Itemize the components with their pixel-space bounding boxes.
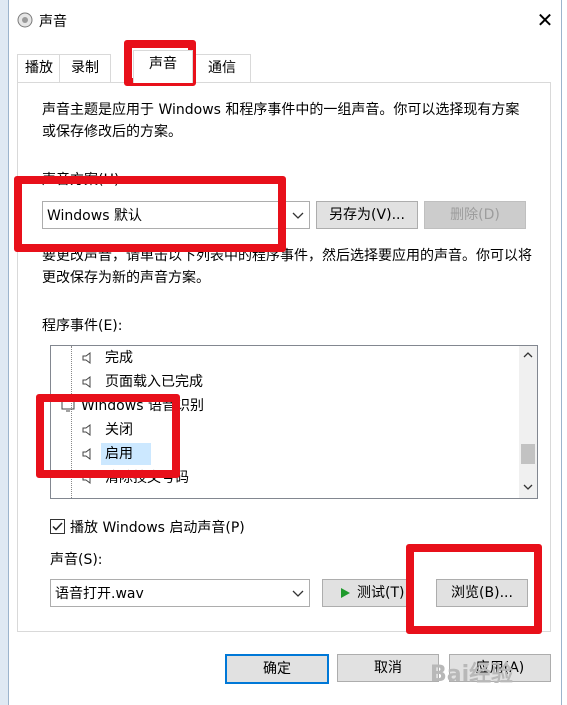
delete-button[interactable]: 删除(D) [424, 201, 526, 229]
title-bar: 声音 ✕ [9, 0, 561, 40]
events-label: 程序事件(E): [42, 318, 123, 334]
annotation-box-browse [406, 544, 542, 634]
sound-label: 声音(S): [50, 552, 103, 568]
check-icon [52, 522, 63, 531]
background-window-edge [0, 0, 8, 705]
tab-label: 录制 [71, 60, 99, 76]
sound-file-select[interactable]: 语音打开.wav [50, 579, 310, 607]
tab-recording[interactable]: 录制 [59, 54, 111, 82]
speaker-icon [82, 376, 91, 388]
startup-sound-checkbox[interactable] [50, 519, 65, 534]
close-icon[interactable]: ✕ [533, 8, 557, 32]
list-item-label: 页面载入已完成 [105, 374, 203, 390]
list-item[interactable]: 完成 [67, 346, 517, 370]
theme-description: 声音主题是应用于 Windows 和程序事件中的一组声音。你可以选择现有方案或保… [42, 102, 520, 140]
sound-file-value: 语音打开.wav [55, 586, 144, 602]
chevron-down-icon[interactable] [521, 482, 535, 492]
window-title: 声音 [39, 14, 67, 30]
list-item[interactable]: 页面载入已完成 [67, 370, 517, 394]
chevron-up-icon[interactable] [521, 350, 535, 360]
speaker-icon [82, 352, 91, 364]
watermark: Bai经验 [430, 662, 514, 687]
save-as-button[interactable]: 另存为(V)... [316, 201, 418, 229]
test-button[interactable]: 测试(T) [322, 579, 414, 607]
tab-playback[interactable]: 播放 [17, 54, 61, 82]
speaker-app-icon [17, 12, 33, 28]
chevron-down-icon [292, 212, 304, 219]
play-icon [341, 588, 350, 598]
annotation-box-scheme [14, 176, 286, 252]
tab-label: 声音 [149, 56, 177, 72]
list-item-label: 完成 [105, 350, 133, 366]
tab-communications[interactable]: 通信 [193, 54, 251, 82]
tab-bar: 播放 录制 声音 通信 [17, 50, 549, 83]
test-button-label: 测试(T) [357, 585, 405, 601]
scrollbar-thumb[interactable] [521, 444, 535, 464]
chevron-down-icon [292, 590, 304, 597]
ok-button[interactable]: 确定 [225, 654, 329, 684]
cancel-button[interactable]: 取消 [337, 654, 439, 682]
annotation-box-events [36, 394, 180, 478]
tab-sounds[interactable]: 声音 [133, 50, 193, 83]
startup-sound-label: 播放 Windows 启动声音(P) [70, 520, 245, 536]
tab-label: 播放 [25, 60, 53, 76]
list-scrollbar[interactable] [519, 346, 537, 498]
tab-label: 通信 [208, 60, 236, 76]
